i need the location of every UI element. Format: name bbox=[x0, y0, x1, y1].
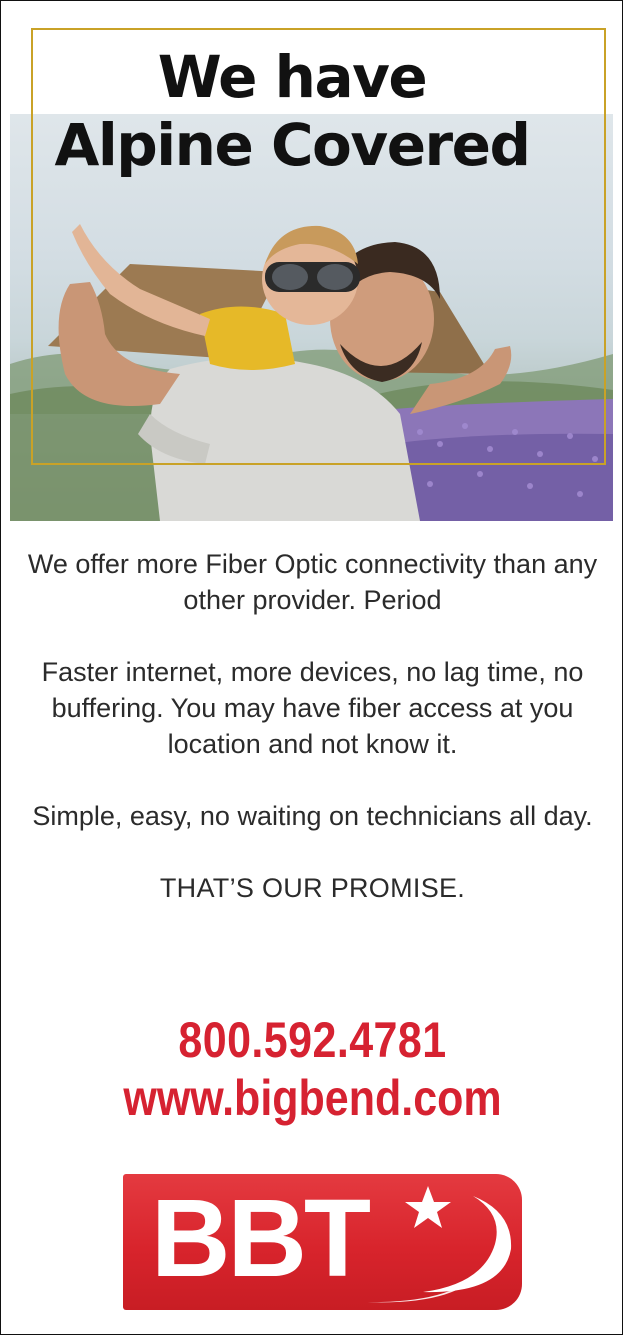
paragraph-simple: Simple, easy, no waiting on technicians … bbox=[32, 801, 593, 831]
promise-line: THAT’S OUR PROMISE. bbox=[159, 873, 466, 903]
body-copy: We offer more Fiber Optic connectivity t… bbox=[21, 546, 604, 942]
ad-frame: We have Alpine Covered We offer more Fib… bbox=[0, 0, 623, 1335]
contact-block: 800.592.4781 www.bigbend.com bbox=[1, 1011, 623, 1127]
bbt-logo: BBT bbox=[123, 1174, 522, 1310]
headline-line-1: We have bbox=[157, 43, 428, 111]
paragraph-fiber: We offer more Fiber Optic connectivity t… bbox=[27, 549, 598, 615]
headline: We have Alpine Covered bbox=[32, 48, 552, 174]
logo-wordmark: BBT bbox=[151, 1177, 371, 1300]
paragraph-speed: Faster internet, more devices, no lag ti… bbox=[41, 657, 584, 759]
phone-number[interactable]: 800.592.4781 bbox=[45, 1011, 581, 1069]
website-link[interactable]: www.bigbend.com bbox=[45, 1069, 581, 1127]
headline-line-2: Alpine Covered bbox=[54, 111, 531, 179]
hero-photo: We have Alpine Covered bbox=[10, 6, 613, 521]
